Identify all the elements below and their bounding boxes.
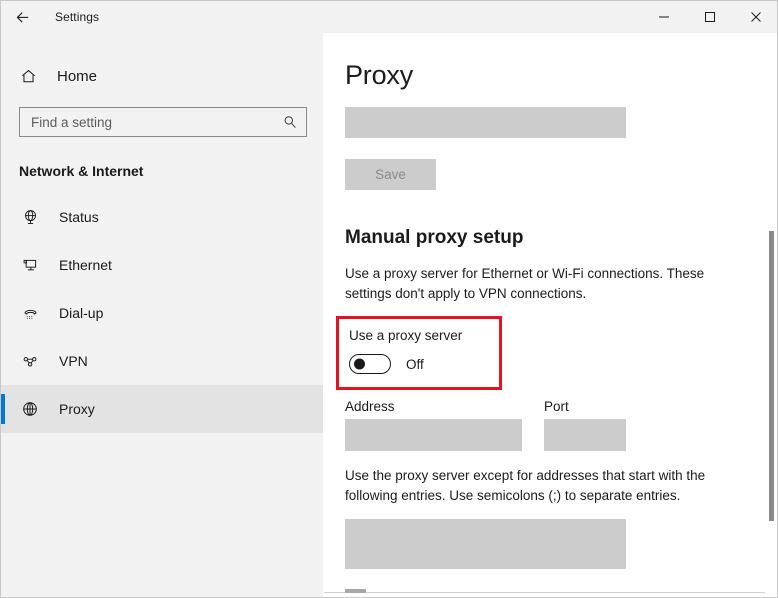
sidebar: Home Network & Internet	[1, 33, 323, 597]
sidebar-item-label: VPN	[59, 353, 88, 369]
close-icon	[750, 11, 762, 23]
home-label: Home	[57, 67, 98, 85]
use-proxy-label: Use a proxy server	[349, 328, 463, 343]
use-proxy-highlight-box: Use a proxy server Off	[336, 316, 502, 390]
sidebar-item-proxy[interactable]: Proxy	[1, 385, 323, 433]
home-icon	[17, 68, 39, 85]
minimize-icon	[658, 11, 670, 23]
search-box[interactable]	[19, 107, 307, 137]
sidebar-item-dialup[interactable]: Dial-up	[1, 289, 323, 337]
scrollbar-thumb[interactable]	[769, 231, 774, 521]
use-proxy-toggle[interactable]	[349, 354, 391, 374]
content-scrollbar[interactable]	[765, 33, 777, 597]
sidebar-item-home[interactable]: Home	[1, 59, 323, 93]
port-input[interactable]	[544, 419, 626, 451]
title-bar: Settings	[1, 1, 777, 33]
search-input[interactable]	[20, 108, 270, 136]
bottom-divider	[324, 592, 777, 593]
toggle-knob	[354, 358, 365, 370]
proxy-globe-icon	[19, 400, 41, 418]
sidebar-item-label: Dial-up	[59, 305, 104, 321]
ethernet-icon	[19, 257, 41, 274]
bottom-partial-element[interactable]	[345, 589, 366, 593]
sidebar-item-status[interactable]: Status	[1, 193, 323, 241]
close-button[interactable]	[733, 1, 777, 33]
minimize-button[interactable]	[641, 1, 687, 33]
maximize-icon	[704, 11, 716, 23]
use-proxy-state: Off	[406, 356, 424, 372]
settings-window: Settings Home Find a setting Network & I…	[0, 0, 778, 598]
address-field-group: Address	[345, 399, 522, 451]
port-field-group: Port	[544, 399, 626, 451]
manual-proxy-heading: Manual proxy setup	[345, 227, 524, 248]
sidebar-item-ethernet[interactable]: Ethernet	[1, 241, 323, 289]
sidebar-item-vpn[interactable]: VPN	[1, 337, 323, 385]
exceptions-description: Use the proxy server except for addresse…	[345, 468, 706, 503]
exceptions-input[interactable]	[345, 519, 626, 569]
address-label: Address	[345, 399, 395, 414]
status-globe-icon	[19, 209, 41, 226]
port-label: Port	[544, 399, 569, 414]
sidebar-nav: Status Ethernet Dial-up VPN Proxy	[1, 193, 323, 433]
sidebar-item-label: Status	[59, 209, 99, 225]
app-title: Settings	[55, 10, 100, 24]
dialup-phone-icon	[19, 305, 41, 322]
page-title: Proxy	[345, 60, 414, 90]
back-arrow-icon	[14, 9, 31, 26]
address-port-row: Address Port	[345, 399, 777, 451]
sidebar-item-label: Proxy	[59, 401, 95, 417]
content-pane: Proxy Save Manual proxy setup Use a prox…	[324, 33, 777, 597]
maximize-button[interactable]	[687, 1, 733, 33]
vpn-icon	[19, 353, 41, 370]
search-icon	[283, 115, 297, 129]
manual-proxy-description: Use a proxy server for Ethernet or Wi-Fi…	[345, 266, 705, 301]
save-button[interactable]: Save	[345, 159, 436, 190]
window-controls	[641, 1, 777, 33]
back-button[interactable]	[1, 1, 43, 33]
use-proxy-toggle-row: Off	[349, 354, 499, 374]
script-address-input[interactable]	[345, 107, 626, 138]
sidebar-section-title: Network & Internet	[19, 163, 144, 179]
address-input[interactable]	[345, 419, 522, 451]
sidebar-item-label: Ethernet	[59, 257, 112, 273]
